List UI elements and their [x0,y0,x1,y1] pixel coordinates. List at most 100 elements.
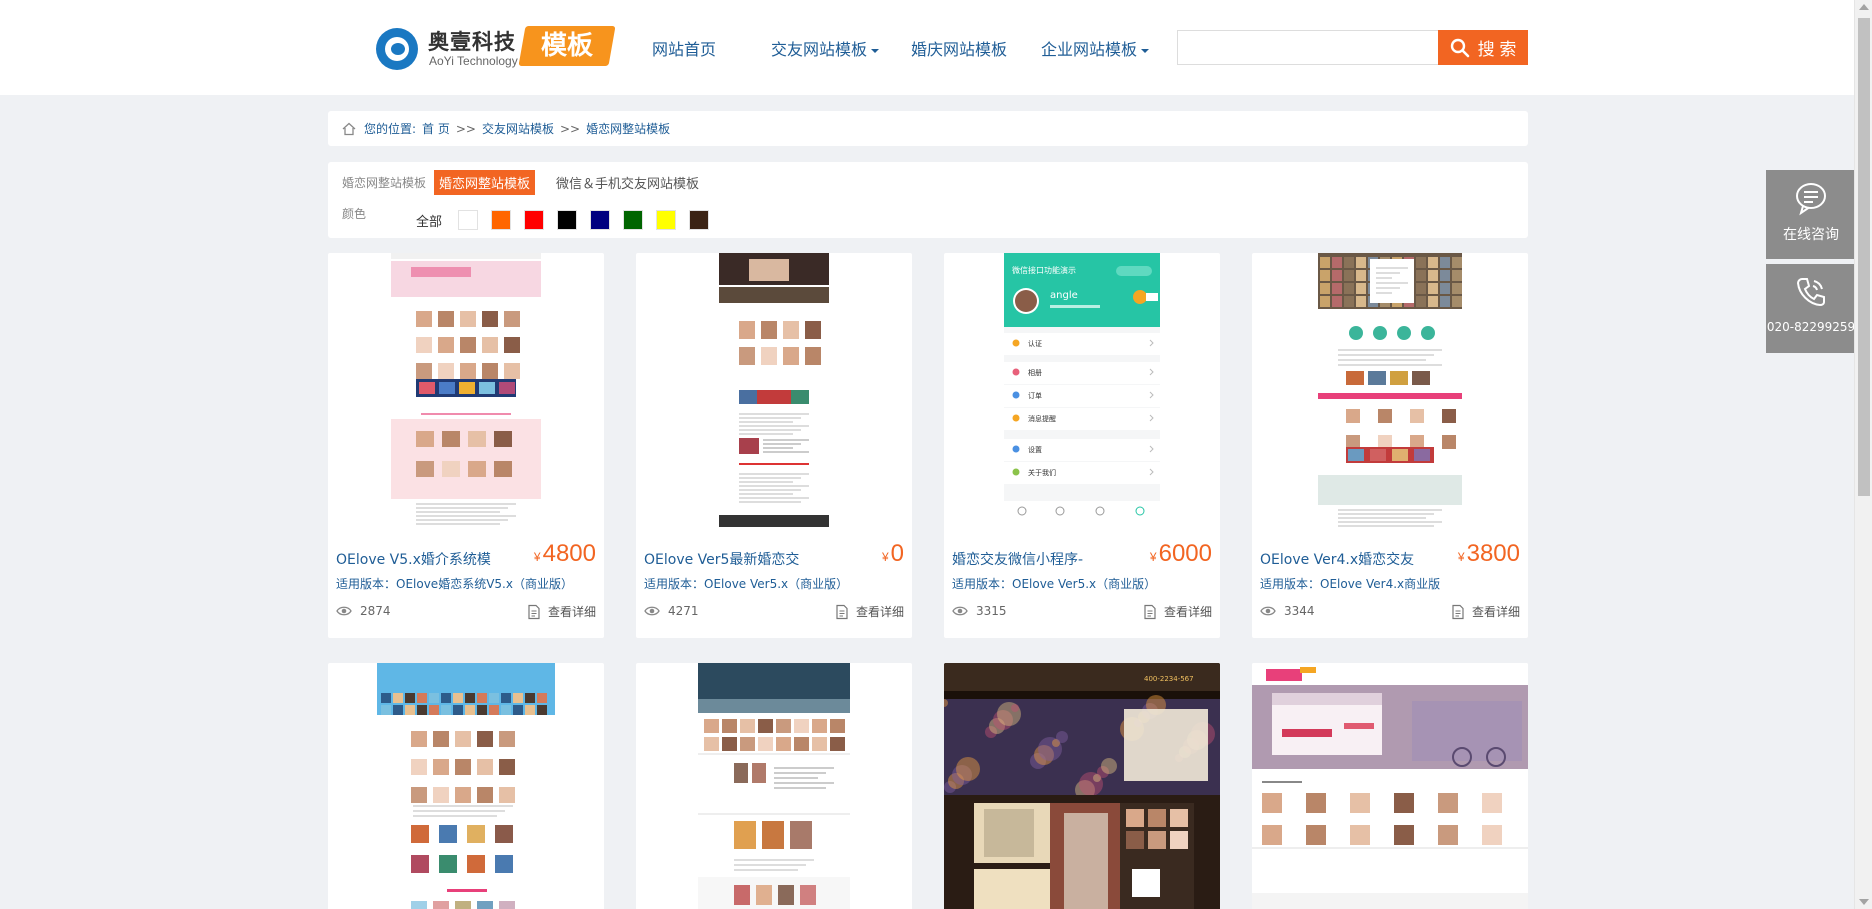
filter-panel: 婚恋网整站模板 婚恋网整站模板 微信＆手机交友网站模板 颜色 全部 [328,162,1528,238]
breadcrumb: 您的位置: 首 页 >> 交友网站模板 >> 婚恋网整站模板 [328,111,1528,146]
product-views: 4271 [644,603,699,619]
view-detail-link[interactable]: 查看详细 [1142,603,1212,620]
logo-en-text: AoYi Technology [429,54,518,68]
svg-text:订单: 订单 [1028,391,1042,400]
category-filter-row: 婚恋网整站模板 婚恋网整站模板 微信＆手机交友网站模板 [342,170,720,195]
svg-text:关于我们: 关于我们 [1028,468,1056,477]
product-title[interactable]: OElove Ver5最新婚恋交 [644,549,824,569]
product-card[interactable] [1252,663,1528,909]
category-label: 婚恋网整站模板 [342,176,427,190]
document-icon [1144,604,1156,619]
document-icon [1452,604,1464,619]
nav-home[interactable]: 网站首页 [652,36,716,60]
product-thumbnail[interactable] [1252,253,1528,527]
views-eye-icon [336,606,352,616]
view-detail-link[interactable]: 查看详细 [1450,603,1520,620]
scroll-thumb[interactable] [1858,18,1870,496]
page-scrollbar[interactable] [1854,0,1872,909]
product-card[interactable] [328,663,604,909]
color-swatch[interactable] [689,210,710,230]
color-all-option[interactable]: 全部 [416,211,442,230]
breadcrumb-sep: >> [455,121,476,136]
product-card[interactable]: 400-2234-567 [944,663,1220,909]
svg-text:angle: angle [1050,290,1078,301]
site-logo[interactable]: 奥壹科技 AoYi Technology 模板 [376,24,616,70]
main-nav: 网站首页 交友网站模板 婚庆网站模板 企业网站模板 [652,36,1182,60]
online-consult-label: 在线咨询 [1783,227,1839,243]
product-card[interactable]: OElove V5.x婚介系统模 ¥4800 适用版本：OElove婚恋系统V5… [328,253,604,638]
search-icon [1450,38,1469,57]
product-version: 适用版本：OElove Ver5.x（商业版） [644,577,849,591]
views-eye-icon [644,606,660,616]
tag-wechat-mobile-templates[interactable]: 微信＆手机交友网站模板 [551,170,704,195]
svg-text:相册: 相册 [1028,368,1042,377]
views-eye-icon [952,606,968,616]
color-swatch[interactable] [623,210,644,230]
color-swatch[interactable] [656,210,677,230]
color-filter-row: 颜色 全部 [342,204,722,230]
breadcrumb-home[interactable]: 首 页 [422,120,450,137]
breadcrumb-prefix: 您的位置: [364,122,417,136]
search-button[interactable]: 搜 索 [1438,30,1528,65]
views-eye-icon [1260,606,1276,616]
product-price: ¥0 [881,540,904,567]
scroll-up-arrow-icon[interactable] [1859,4,1869,10]
home-icon [342,122,356,135]
nav-enterprise-templates[interactable]: 企业网站模板 [1041,36,1150,60]
scroll-down-arrow-icon[interactable] [1859,899,1869,905]
breadcrumb-sep: >> [560,121,581,136]
product-views: 3315 [952,603,1007,619]
product-card[interactable]: OElove Ver5最新婚恋交 ¥0 适用版本：OElove Ver5.x（商… [636,253,912,638]
product-views: 3344 [1260,603,1315,619]
breadcrumb-level1[interactable]: 交友网站模板 [482,120,554,137]
phone-icon [1796,278,1825,307]
color-swatch[interactable] [557,210,578,230]
header: 奥壹科技 AoYi Technology 模板 网站首页 交友网站模板 婚庆网站… [0,0,1854,95]
product-views: 2874 [336,603,391,619]
caret-down-icon [1141,48,1150,53]
logo-badge: 模板 [518,26,616,66]
product-thumbnail[interactable]: 400-2234-567 [944,663,1220,909]
product-card[interactable]: 微信接口功能演示 angle 认证 相册 订单 消息提醒 设置 关于我们 婚恋交友微信小程… [944,253,1220,638]
logo-cn-text: 奥壹科技 [428,30,516,54]
product-thumbnail[interactable] [636,253,912,527]
product-thumbnail[interactable] [636,663,912,909]
document-icon [528,604,540,619]
product-title[interactable]: OElove V5.x婚介系统模 [336,549,516,569]
logo-mark-icon [376,28,418,70]
color-label: 颜色 [342,206,367,221]
product-thumbnail[interactable] [328,253,604,527]
product-thumbnail[interactable] [328,663,604,909]
product-version: 适用版本：OElove婚恋系统V5.x（商业版） [336,577,573,591]
color-swatches [458,204,722,230]
product-version: 适用版本：OElove Ver5.x（商业版） [952,577,1157,591]
online-consult-button[interactable]: 在线咨询 [1766,170,1856,259]
search-bar: 搜 索 [1177,30,1528,65]
product-thumbnail[interactable]: 微信接口功能演示 angle 认证 相册 订单 消息提醒 设置 关于我们 [944,253,1220,527]
nav-dating-templates[interactable]: 交友网站模板 [771,36,880,60]
product-title[interactable]: 婚恋交友微信小程序- [952,549,1132,569]
view-detail-link[interactable]: 查看详细 [526,603,596,620]
product-price: ¥3800 [1457,540,1520,567]
document-icon [836,604,848,619]
color-swatch[interactable] [491,210,512,230]
search-input[interactable] [1177,30,1439,65]
product-version: 适用版本：OElove Ver4.x商业版 [1260,577,1441,591]
tag-marriage-templates[interactable]: 婚恋网整站模板 [434,170,536,195]
nav-wedding-templates[interactable]: 婚庆网站模板 [911,36,1007,60]
color-swatch[interactable] [524,210,545,230]
search-button-label: 搜 索 [1477,40,1517,59]
color-swatch[interactable] [458,210,479,230]
breadcrumb-level2[interactable]: 婚恋网整站模板 [586,120,670,137]
color-swatch[interactable] [590,210,611,230]
phone-button[interactable]: 020-82299259 [1766,264,1856,353]
product-card[interactable]: OElove Ver4.x婚恋交友 ¥3800 适用版本：OElove Ver4… [1252,253,1528,638]
product-price: ¥6000 [1149,540,1212,567]
phone-number: 020-82299259 [1766,320,1856,334]
product-thumbnail[interactable] [1252,663,1528,909]
view-detail-link[interactable]: 查看详细 [834,603,904,620]
svg-text:认证: 认证 [1028,339,1042,348]
product-card[interactable] [636,663,912,909]
chat-bubble-icon [1796,183,1826,216]
product-title[interactable]: OElove Ver4.x婚恋交友 [1260,549,1440,569]
